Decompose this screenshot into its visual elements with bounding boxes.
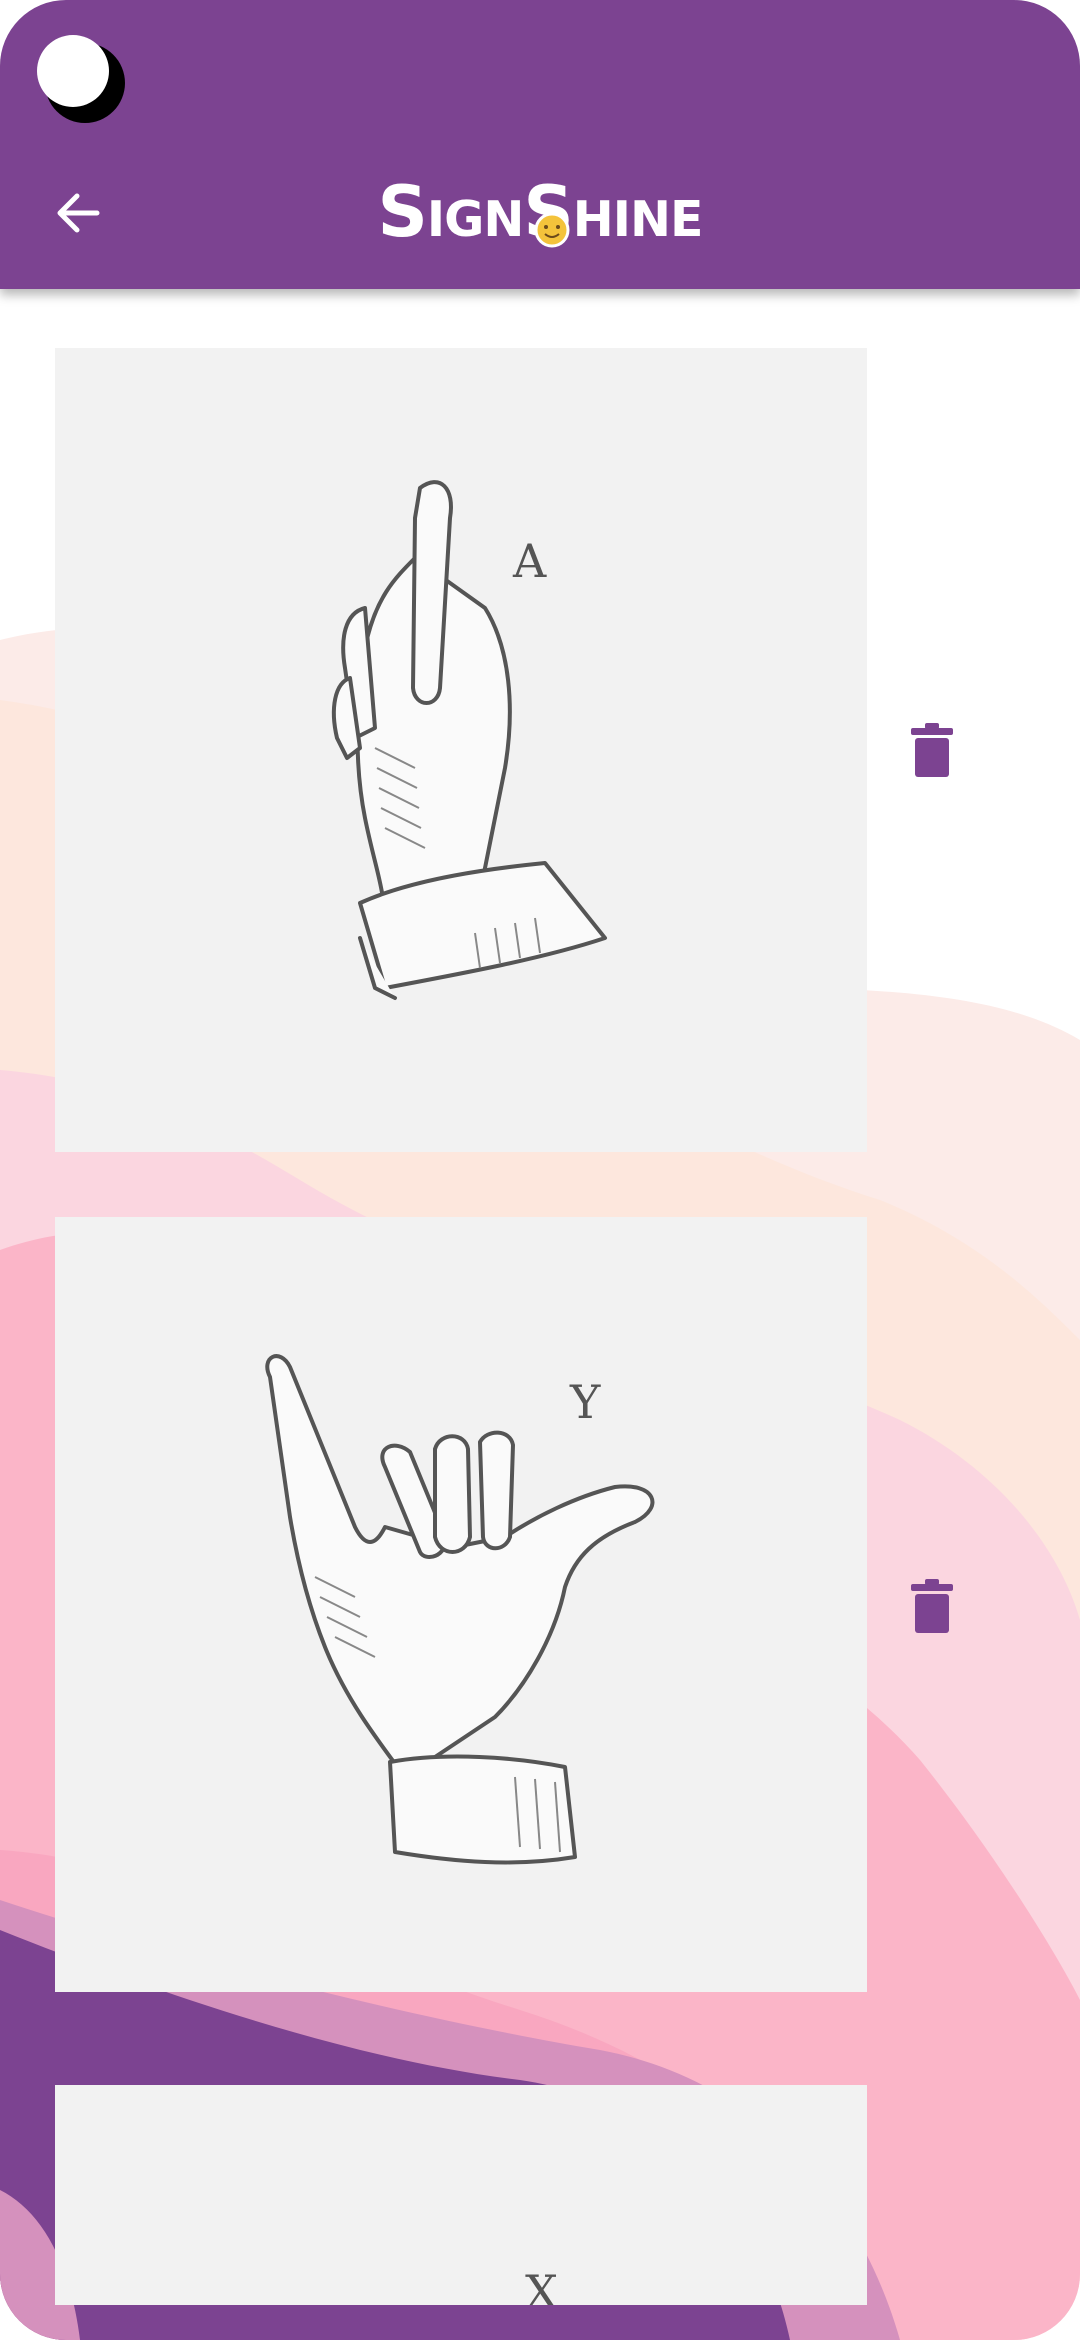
app-screen: SignShine A Y X — [0, 0, 1080, 2340]
sun-icon — [534, 212, 570, 248]
delete-button[interactable] — [902, 715, 962, 785]
arrow-left-icon — [57, 193, 100, 233]
sign-card[interactable]: Y — [55, 1217, 867, 1992]
hand-sign-illustration — [331, 480, 607, 1000]
sign-letter: X — [525, 2265, 558, 2305]
trash-icon — [911, 1579, 953, 1633]
sign-card[interactable]: A — [55, 348, 867, 1152]
sign-letter: Y — [570, 1375, 601, 1429]
delete-button[interactable] — [902, 1571, 962, 1641]
trash-icon — [911, 723, 953, 777]
back-button[interactable] — [50, 185, 106, 241]
sign-letter: A — [513, 534, 547, 588]
camera-cutout — [37, 35, 125, 123]
hand-sign-illustration — [265, 1354, 655, 1865]
app-header: SignShine — [0, 0, 1080, 289]
sign-card[interactable]: X — [55, 2085, 867, 2305]
